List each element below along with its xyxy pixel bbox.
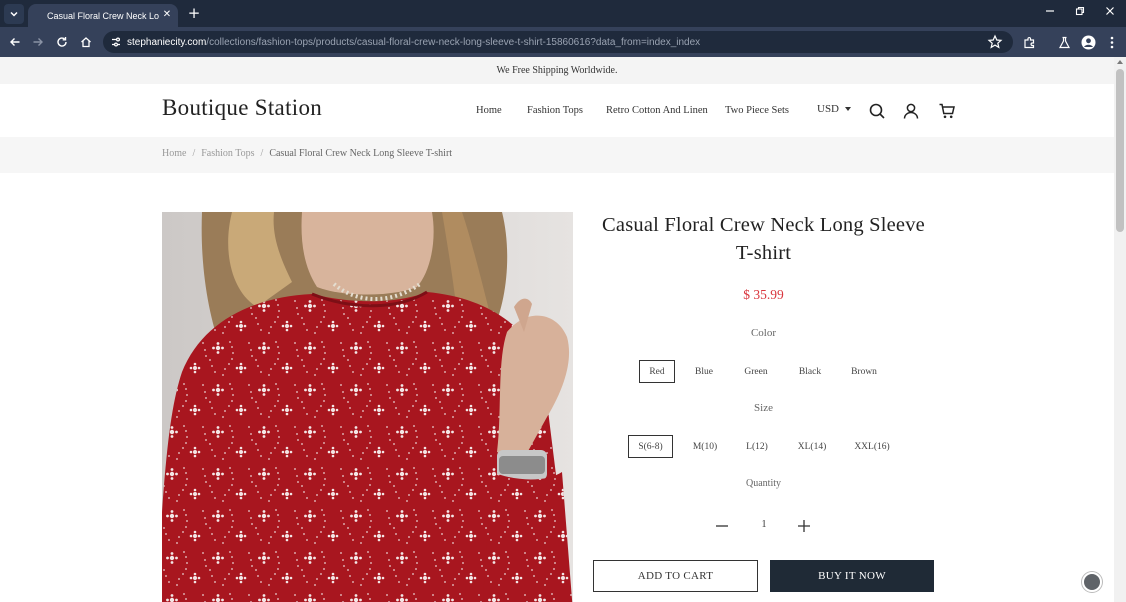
site-header: Boutique Station Home Fashion Tops Retro… [0,84,1114,137]
quantity-label: Quantity [746,478,781,489]
address-bar[interactable]: stephaniecity.com/collections/fashion-to… [103,31,1013,53]
buy-now-button[interactable]: BUY IT NOW [770,560,934,592]
product-photo-illustration [162,212,573,602]
breadcrumb-separator: / [260,148,264,159]
color-option-black[interactable]: Black [793,360,827,383]
size-option-xxl[interactable]: XXL(16) [850,435,894,458]
size-option-m[interactable]: M(10) [686,435,724,458]
breadcrumb: Home / Fashion Tops / Casual Floral Crew Nec… [162,148,452,159]
site-info-icon[interactable] [110,36,122,48]
home-icon [81,37,91,48]
extensions-icon [1023,36,1034,48]
tab-close-icon[interactable]: ✕ [161,9,173,21]
back-button[interactable] [6,33,24,51]
scrollbar-thumb[interactable] [1116,69,1124,232]
restore-button[interactable] [1070,4,1090,22]
minimize-button[interactable] [1040,4,1060,22]
color-label: Color [750,327,777,339]
forward-icon [33,38,43,46]
profile-button[interactable] [1079,33,1097,51]
forward-button[interactable] [29,33,47,51]
tab-title: Casual Floral Crew Neck Long S [47,10,159,21]
account-icon[interactable] [902,102,920,120]
url-host: stephaniecity.com [127,36,207,48]
labs-icon [1058,36,1070,48]
tab-search-button[interactable] [4,4,24,24]
back-icon [10,38,20,46]
color-option-red[interactable]: Red [639,360,675,383]
size-option-l[interactable]: L(12) [741,435,773,458]
menu-icon [1110,36,1114,48]
breadcrumb-home[interactable]: Home [162,148,186,159]
reload-icon [57,37,67,47]
site-logo[interactable]: Boutique Station [162,95,322,121]
nav-link-fashion-tops[interactable]: Fashion Tops [527,105,583,116]
floating-widget-icon[interactable] [1082,572,1102,592]
page-viewport: We Free Shipping Worldwide. Boutique Sta… [0,57,1114,602]
browser-toolbar: stephaniecity.com/collections/fashion-to… [0,27,1126,57]
breadcrumb-current: Casual Floral Crew Neck Long Sleeve T-sh… [269,148,453,159]
browser-tab-bar: Casual Floral Crew Neck Long S ✕ + [0,0,1126,27]
star-icon[interactable] [987,34,1003,50]
labs-button[interactable] [1055,33,1073,51]
chevron-down-icon [10,11,18,17]
page-scrollbar[interactable] [1114,57,1126,602]
plus-icon[interactable] [797,519,811,533]
size-option-xl[interactable]: XL(14) [792,435,832,458]
color-option-green[interactable]: Green [738,360,774,383]
nav-link-home[interactable]: Home [476,105,502,116]
new-tab-button[interactable]: + [186,5,202,21]
size-label: Size [754,402,773,414]
extensions-button[interactable] [1020,33,1038,51]
caret-down-icon [845,107,852,111]
size-option-s[interactable]: S(6-8) [628,435,673,458]
add-to-cart-button[interactable]: ADD TO CART [593,560,758,592]
color-option-brown[interactable]: Brown [845,360,883,383]
scroll-up-icon[interactable] [1117,60,1123,64]
restore-icon [1075,6,1085,16]
breadcrumb-category[interactable]: Fashion Tops [201,148,254,159]
product-image[interactable] [162,212,573,602]
close-window-button[interactable] [1100,4,1120,22]
search-icon[interactable] [868,102,886,120]
product-price: $ 35.99 [743,287,784,302]
color-option-blue[interactable]: Blue [689,360,719,383]
close-icon [1106,7,1114,15]
minimize-icon [1046,10,1054,12]
quantity-value[interactable]: 1 [757,519,771,530]
currency-selector[interactable]: USD [817,103,852,115]
url-path: /collections/fashion-tops/products/casua… [206,36,701,48]
breadcrumb-bar: Home / Fashion Tops / Casual Floral Crew Nec… [0,137,1114,173]
profile-icon [1081,35,1095,49]
home-button[interactable] [77,33,95,51]
url-text: stephaniecity.com/collections/fashion-to… [127,37,700,48]
browser-menu-button[interactable] [1103,33,1121,51]
reload-button[interactable] [53,33,71,51]
currency-value: USD [817,103,840,115]
product-title: Casual Floral Crew Neck Long Sleeve T-sh… [602,214,925,264]
minus-icon[interactable] [715,519,729,533]
browser-tab-active[interactable]: Casual Floral Crew Neck Long S ✕ [28,4,178,27]
nav-link-retro-cotton-and-linen[interactable]: Retro Cotton And Linen [606,105,708,116]
nav-link-two-piece-sets[interactable]: Two Piece Sets [725,105,789,116]
breadcrumb-separator: / [192,148,196,159]
announcement-bar: We Free Shipping Worldwide. [0,57,1114,84]
cart-icon[interactable] [938,102,956,120]
